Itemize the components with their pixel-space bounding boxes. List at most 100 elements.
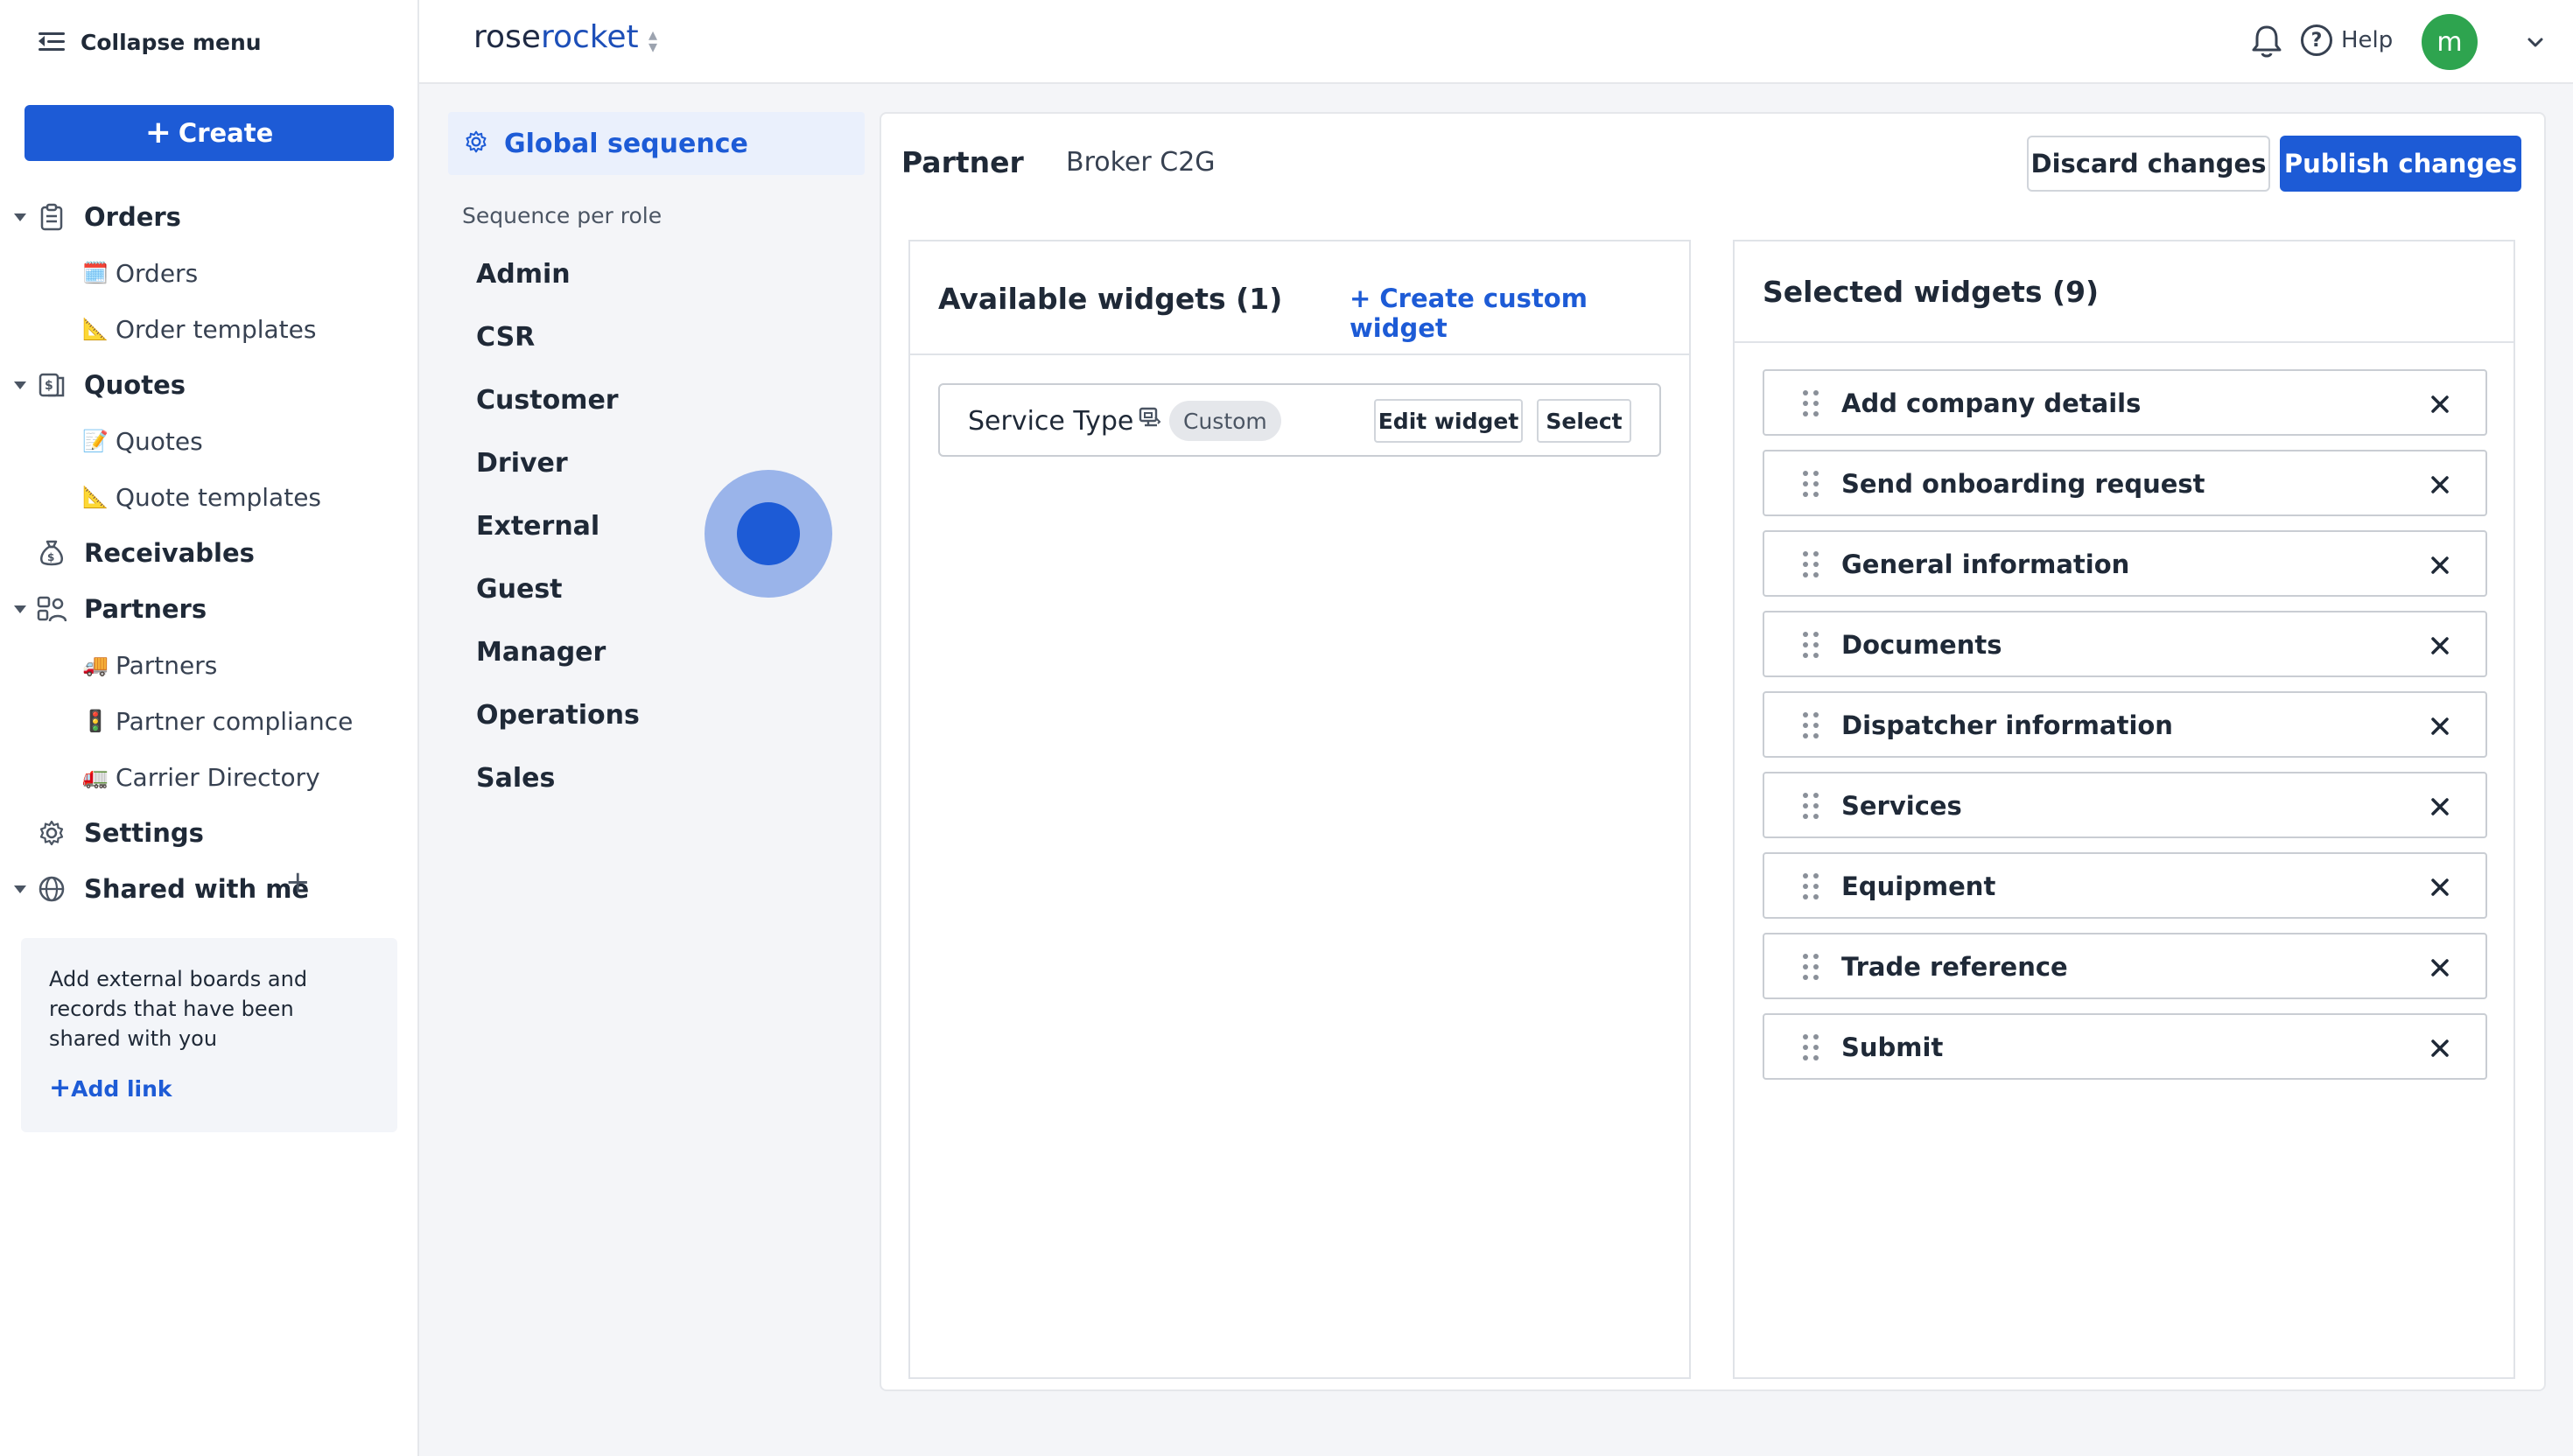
- brand-part-rose: rose: [473, 19, 541, 55]
- sidebar-subitem-label: Partners: [116, 650, 218, 680]
- sidebar-subitem-label: Order templates: [116, 314, 317, 344]
- globe-icon: [37, 874, 67, 904]
- widget-card: Service Type Custom Edit widget Select: [938, 383, 1661, 457]
- create-custom-widget-button[interactable]: + Create custom widget: [1350, 284, 1689, 343]
- discard-changes-button[interactable]: Discard changes: [2027, 136, 2270, 192]
- close-icon[interactable]: [2429, 555, 2450, 576]
- collapse-menu-button[interactable]: Collapse menu: [39, 24, 262, 60]
- add-shared-icon[interactable]: +: [285, 864, 311, 900]
- sidebar-subitem-order-templates[interactable]: 📐 Order templates: [82, 308, 316, 350]
- close-icon[interactable]: [2429, 796, 2450, 817]
- selected-widget-row[interactable]: Documents: [1763, 611, 2487, 677]
- gear-icon: [464, 130, 492, 158]
- selected-widget-row[interactable]: Dispatcher information: [1763, 691, 2487, 758]
- sidebar-item-shared-with-me[interactable]: Shared with me +: [0, 864, 411, 912]
- sidebar-subitem-label: Orders: [116, 258, 199, 288]
- help-button[interactable]: ? Help: [2301, 24, 2393, 56]
- close-icon[interactable]: [2429, 394, 2450, 415]
- selected-widget-row[interactable]: Add company details: [1763, 369, 2487, 436]
- widget-name: Service Type: [968, 406, 1134, 437]
- sidebar-subitem-orders[interactable]: 🗓️ Orders: [82, 252, 198, 294]
- collapse-menu-label: Collapse menu: [81, 29, 262, 55]
- selected-widget-row[interactable]: Trade reference: [1763, 933, 2487, 999]
- caret-down-icon: [14, 885, 26, 893]
- selected-widget-row[interactable]: Send onboarding request: [1763, 450, 2487, 516]
- truck-icon: 🚚: [82, 653, 109, 677]
- selected-widget-label: Trade reference: [1841, 952, 2068, 982]
- select-widget-button[interactable]: Select: [1537, 399, 1631, 443]
- sidebar-subitem-label: Quotes: [116, 426, 203, 456]
- selected-widget-row[interactable]: General information: [1763, 530, 2487, 597]
- drag-handle-icon[interactable]: [1803, 390, 1819, 416]
- role-item[interactable]: External: [476, 511, 599, 550]
- selected-widget-label: Documents: [1841, 630, 2002, 660]
- close-icon[interactable]: [2429, 474, 2450, 495]
- caret-down-icon: [14, 605, 26, 613]
- sidebar-subitem-carrier-directory[interactable]: 🚛 Carrier Directory: [82, 756, 320, 798]
- close-icon[interactable]: [2429, 877, 2450, 898]
- drag-handle-icon[interactable]: [1803, 471, 1819, 497]
- cursor-dot: [737, 502, 800, 565]
- drag-handle-icon[interactable]: [1803, 793, 1819, 819]
- sidebar-subitem-label: Quote templates: [116, 482, 322, 512]
- brand-logo[interactable]: roserocket: [473, 19, 639, 55]
- close-icon[interactable]: [2429, 635, 2450, 656]
- avatar[interactable]: m: [2422, 14, 2478, 70]
- global-sequence-item[interactable]: Global sequence: [448, 112, 865, 175]
- selected-widget-label: Submit: [1841, 1032, 1944, 1062]
- svg-text:$: $: [47, 551, 54, 564]
- available-widgets-panel: Available widgets (1) + Create custom wi…: [908, 240, 1691, 1379]
- sidebar-item-label: Receivables: [84, 538, 255, 568]
- add-link-button[interactable]: +Add link: [49, 1073, 369, 1103]
- close-icon[interactable]: [2429, 957, 2450, 978]
- sidebar-subitem-partners[interactable]: 🚚 Partners: [82, 644, 217, 686]
- edit-widget-button[interactable]: Edit widget: [1374, 399, 1523, 443]
- available-widgets-title: Available widgets (1): [938, 282, 1283, 316]
- sidebar-item-label: Partners: [84, 594, 207, 624]
- selected-widget-label: Equipment: [1841, 872, 1996, 901]
- role-item[interactable]: Admin: [476, 259, 571, 298]
- lorry-icon: 🚛: [82, 765, 109, 789]
- selected-widget-row[interactable]: Equipment: [1763, 852, 2487, 919]
- sidebar-item-receivables[interactable]: $ Receivables: [0, 530, 411, 576]
- sidebar-subitem-partner-compliance[interactable]: 🚦 Partner compliance: [82, 700, 353, 742]
- sidebar-item-partners[interactable]: Partners: [0, 586, 411, 632]
- drag-handle-icon[interactable]: [1803, 632, 1819, 658]
- sort-arrows-icon[interactable]: ▴ ▾: [649, 25, 657, 55]
- caret-down-icon: [14, 381, 26, 389]
- role-item[interactable]: Sales: [476, 763, 555, 802]
- close-icon[interactable]: [2429, 1038, 2450, 1059]
- selected-widget-label: General information: [1841, 550, 2130, 579]
- sidebar-subitem-quotes[interactable]: 📝 Quotes: [82, 420, 203, 462]
- drag-handle-icon[interactable]: [1803, 954, 1819, 980]
- sidebar-subitem-quote-templates[interactable]: 📐 Quote templates: [82, 476, 321, 518]
- role-item[interactable]: Guest: [476, 574, 563, 612]
- bell-icon[interactable]: [2249, 23, 2284, 60]
- role-item[interactable]: Operations: [476, 700, 640, 738]
- traffic-light-icon: 🚦: [82, 709, 109, 733]
- selected-widget-label: Dispatcher information: [1841, 710, 2173, 740]
- role-item[interactable]: Customer: [476, 385, 619, 424]
- sequence-per-role-title: Sequence per role: [462, 203, 663, 228]
- drag-handle-icon[interactable]: [1803, 551, 1819, 578]
- chevron-down-icon[interactable]: [2525, 32, 2546, 52]
- custom-tag: Custom: [1169, 401, 1281, 441]
- selected-widget-row[interactable]: Submit: [1763, 1013, 2487, 1080]
- sidebar-item-settings[interactable]: Settings: [0, 810, 411, 856]
- selected-widget-row[interactable]: Services: [1763, 772, 2487, 838]
- global-sequence-label: Global sequence: [504, 128, 748, 159]
- question-icon: ?: [2301, 24, 2332, 56]
- close-icon[interactable]: [2429, 716, 2450, 737]
- role-item[interactable]: CSR: [476, 322, 535, 360]
- publish-changes-button[interactable]: Publish changes: [2280, 136, 2521, 192]
- sidebar: Collapse menu + Create Orders 🗓️ Orders …: [0, 0, 419, 1456]
- sidebar-item-orders[interactable]: Orders: [0, 194, 411, 240]
- create-button[interactable]: + Create: [25, 105, 394, 161]
- role-item[interactable]: Manager: [476, 637, 606, 676]
- drag-handle-icon[interactable]: [1803, 712, 1819, 738]
- sidebar-item-quotes[interactable]: $ Quotes: [0, 362, 411, 408]
- sidebar-item-label: Orders: [84, 202, 181, 232]
- drag-handle-icon[interactable]: [1803, 873, 1819, 900]
- role-item[interactable]: Driver: [476, 448, 568, 486]
- drag-handle-icon[interactable]: [1803, 1034, 1819, 1060]
